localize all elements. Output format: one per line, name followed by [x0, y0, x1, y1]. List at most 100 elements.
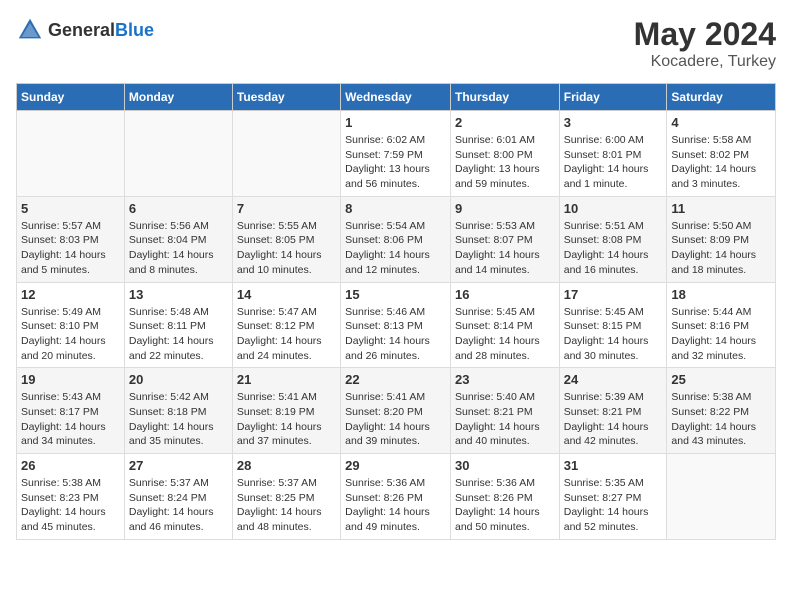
day-info: Sunrise: 5:54 AMSunset: 8:06 PMDaylight:… [345, 219, 446, 278]
weekday-header: Monday [124, 84, 232, 111]
calendar-cell: 12 Sunrise: 5:49 AMSunset: 8:10 PMDayligh… [17, 282, 125, 368]
calendar-cell: 22Sunrise: 5:41 AMSunset: 8:20 PMDayligh… [341, 368, 451, 454]
calendar-cell: 1 Sunrise: 6:02 AMSunset: 7:59 PMDaylight… [341, 111, 451, 197]
day-number: 14 [237, 287, 336, 302]
location-title: Kocadere, Turkey [634, 53, 776, 71]
calendar-cell: 15Sunrise: 5:46 AMSunset: 8:13 PMDayligh… [341, 282, 451, 368]
calendar-cell: 31 Sunrise: 5:35 AMSunset: 8:27 PMDayligh… [559, 454, 667, 540]
day-number: 16 [455, 287, 555, 302]
day-info: Sunrise: 5:47 AMSunset: 8:12 PMDaylight:… [237, 305, 336, 364]
calendar-cell: 21 Sunrise: 5:41 AMSunset: 8:19 PMDayligh… [232, 368, 340, 454]
day-number: 10 [564, 201, 663, 216]
day-info: Sunrise: 5:37 AMSunset: 8:24 PMDaylight:… [129, 476, 228, 535]
day-info: Sunrise: 5:51 AMSunset: 8:08 PMDaylight:… [564, 219, 663, 278]
day-number: 28 [237, 458, 336, 473]
day-number: 9 [455, 201, 555, 216]
day-info: Sunrise: 5:38 AMSunset: 8:23 PMDaylight:… [21, 476, 120, 535]
calendar-week-row: 1 Sunrise: 6:02 AMSunset: 7:59 PMDaylight… [17, 111, 776, 197]
calendar-cell: 9 Sunrise: 5:53 AMSunset: 8:07 PMDaylight… [450, 196, 559, 282]
day-info: Sunrise: 5:43 AMSunset: 8:17 PMDaylight:… [21, 390, 120, 449]
day-number: 7 [237, 201, 336, 216]
weekday-header: Sunday [17, 84, 125, 111]
day-number: 11 [671, 201, 771, 216]
day-number: 5 [21, 201, 120, 216]
day-number: 25 [671, 372, 771, 387]
day-info: Sunrise: 6:00 AMSunset: 8:01 PMDaylight:… [564, 133, 663, 192]
day-info: Sunrise: 5:44 AMSunset: 8:16 PMDaylight:… [671, 305, 771, 364]
weekday-header: Tuesday [232, 84, 340, 111]
day-number: 31 [564, 458, 663, 473]
calendar-cell [124, 111, 232, 197]
calendar-cell: 19 Sunrise: 5:43 AMSunset: 8:17 PMDayligh… [17, 368, 125, 454]
calendar-cell: 11 Sunrise: 5:50 AMSunset: 8:09 PMDayligh… [667, 196, 776, 282]
day-info: Sunrise: 5:36 AMSunset: 8:26 PMDaylight:… [455, 476, 555, 535]
day-number: 1 [345, 115, 446, 130]
day-number: 12 [21, 287, 120, 302]
day-info: Sunrise: 5:55 AMSunset: 8:05 PMDaylight:… [237, 219, 336, 278]
day-number: 18 [671, 287, 771, 302]
calendar-cell [232, 111, 340, 197]
day-number: 6 [129, 201, 228, 216]
day-number: 4 [671, 115, 771, 130]
day-number: 8 [345, 201, 446, 216]
calendar-cell: 4 Sunrise: 5:58 AMSunset: 8:02 PMDaylight… [667, 111, 776, 197]
day-info: Sunrise: 5:41 AMSunset: 8:19 PMDaylight:… [237, 390, 336, 449]
weekday-header: Saturday [667, 84, 776, 111]
day-number: 22 [345, 372, 446, 387]
calendar-cell: 8 Sunrise: 5:54 AMSunset: 8:06 PMDaylight… [341, 196, 451, 282]
day-info: Sunrise: 5:40 AMSunset: 8:21 PMDaylight:… [455, 390, 555, 449]
calendar-week-row: 19 Sunrise: 5:43 AMSunset: 8:17 PMDayligh… [17, 368, 776, 454]
calendar-cell: 3 Sunrise: 6:00 AMSunset: 8:01 PMDaylight… [559, 111, 667, 197]
calendar-cell: 23Sunrise: 5:40 AMSunset: 8:21 PMDayligh… [450, 368, 559, 454]
day-info: Sunrise: 5:46 AMSunset: 8:13 PMDaylight:… [345, 305, 446, 364]
calendar-cell: 18 Sunrise: 5:44 AMSunset: 8:16 PMDayligh… [667, 282, 776, 368]
day-info: Sunrise: 6:02 AMSunset: 7:59 PMDaylight:… [345, 133, 446, 192]
calendar-cell [17, 111, 125, 197]
day-info: Sunrise: 5:39 AMSunset: 8:21 PMDaylight:… [564, 390, 663, 449]
weekday-header: Friday [559, 84, 667, 111]
day-info: Sunrise: 5:56 AMSunset: 8:04 PMDaylight:… [129, 219, 228, 278]
logo-icon [16, 16, 44, 44]
weekday-header: Wednesday [341, 84, 451, 111]
day-info: Sunrise: 5:57 AMSunset: 8:03 PMDaylight:… [21, 219, 120, 278]
weekday-header: Thursday [450, 84, 559, 111]
month-title: May 2024 [634, 16, 776, 53]
calendar-cell: 16 Sunrise: 5:45 AMSunset: 8:14 PMDayligh… [450, 282, 559, 368]
day-number: 20 [129, 372, 228, 387]
day-info: Sunrise: 5:37 AMSunset: 8:25 PMDaylight:… [237, 476, 336, 535]
day-number: 13 [129, 287, 228, 302]
day-info: Sunrise: 5:45 AMSunset: 8:15 PMDaylight:… [564, 305, 663, 364]
day-info: Sunrise: 5:49 AMSunset: 8:10 PMDaylight:… [21, 305, 120, 364]
day-info: Sunrise: 5:53 AMSunset: 8:07 PMDaylight:… [455, 219, 555, 278]
calendar-cell: 27 Sunrise: 5:37 AMSunset: 8:24 PMDayligh… [124, 454, 232, 540]
day-number: 3 [564, 115, 663, 130]
day-info: Sunrise: 5:42 AMSunset: 8:18 PMDaylight:… [129, 390, 228, 449]
day-number: 27 [129, 458, 228, 473]
day-info: Sunrise: 5:35 AMSunset: 8:27 PMDaylight:… [564, 476, 663, 535]
calendar-cell: 2Sunrise: 6:01 AMSunset: 8:00 PMDaylight… [450, 111, 559, 197]
day-info: Sunrise: 5:48 AMSunset: 8:11 PMDaylight:… [129, 305, 228, 364]
day-info: Sunrise: 5:50 AMSunset: 8:09 PMDaylight:… [671, 219, 771, 278]
day-number: 21 [237, 372, 336, 387]
day-number: 17 [564, 287, 663, 302]
calendar-cell: 30 Sunrise: 5:36 AMSunset: 8:26 PMDayligh… [450, 454, 559, 540]
calendar-cell: 5 Sunrise: 5:57 AMSunset: 8:03 PMDaylight… [17, 196, 125, 282]
calendar-header-row: SundayMondayTuesdayWednesdayThursdayFrid… [17, 84, 776, 111]
day-info: Sunrise: 5:58 AMSunset: 8:02 PMDaylight:… [671, 133, 771, 192]
day-number: 30 [455, 458, 555, 473]
day-info: Sunrise: 5:45 AMSunset: 8:14 PMDaylight:… [455, 305, 555, 364]
day-number: 24 [564, 372, 663, 387]
calendar-cell [667, 454, 776, 540]
day-info: Sunrise: 5:38 AMSunset: 8:22 PMDaylight:… [671, 390, 771, 449]
calendar-cell: 14 Sunrise: 5:47 AMSunset: 8:12 PMDayligh… [232, 282, 340, 368]
calendar-cell: 25 Sunrise: 5:38 AMSunset: 8:22 PMDayligh… [667, 368, 776, 454]
calendar-cell: 29Sunrise: 5:36 AMSunset: 8:26 PMDayligh… [341, 454, 451, 540]
calendar-cell: 28 Sunrise: 5:37 AMSunset: 8:25 PMDayligh… [232, 454, 340, 540]
calendar-cell: 24 Sunrise: 5:39 AMSunset: 8:21 PMDayligh… [559, 368, 667, 454]
calendar-week-row: 12 Sunrise: 5:49 AMSunset: 8:10 PMDayligh… [17, 282, 776, 368]
day-info: Sunrise: 6:01 AMSunset: 8:00 PMDaylight:… [455, 133, 555, 192]
day-number: 19 [21, 372, 120, 387]
logo: GeneralBlue [16, 16, 154, 44]
calendar-cell: 17 Sunrise: 5:45 AMSunset: 8:15 PMDayligh… [559, 282, 667, 368]
day-info: Sunrise: 5:36 AMSunset: 8:26 PMDaylight:… [345, 476, 446, 535]
